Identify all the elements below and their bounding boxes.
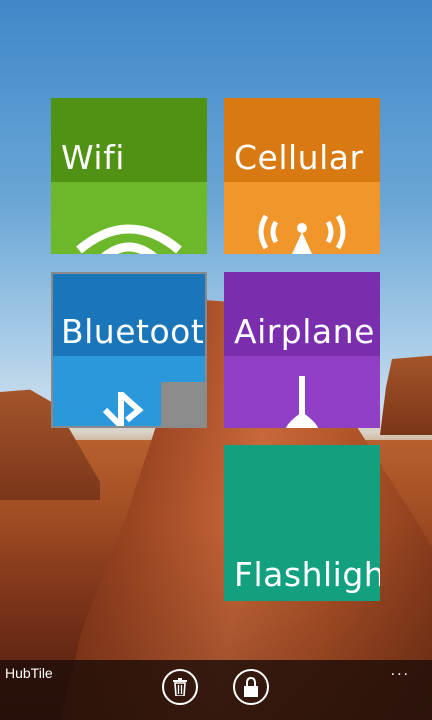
airplane-icon	[286, 376, 318, 428]
tile-bluetooth[interactable]: Bluetooth	[51, 272, 207, 428]
tile-airplane[interactable]: Airplane	[224, 272, 380, 428]
tile-flashlight[interactable]: Flashlight	[224, 445, 380, 601]
tile-cellular-label: Cellular	[234, 138, 364, 177]
bluetooth-icon	[102, 392, 144, 426]
tile-airplane-label: Airplane	[234, 312, 375, 351]
tile-cellular[interactable]: Cellular	[224, 98, 380, 254]
app-title: HubTile	[5, 665, 53, 681]
tile-wifi[interactable]: Wifi	[51, 98, 207, 254]
more-options-button[interactable]: ...	[391, 662, 410, 680]
tile-wifi-label: Wifi	[61, 138, 125, 177]
wifi-icon	[76, 224, 182, 254]
trash-icon	[173, 678, 187, 696]
tile-flashlight-label: Flashlight	[234, 555, 380, 594]
lock-icon	[244, 677, 258, 697]
application-bar: HubTile ...	[0, 660, 432, 720]
tile-bluetooth-label: Bluetooth	[61, 312, 205, 351]
cellular-icon	[258, 214, 346, 254]
delete-button[interactable]	[162, 669, 198, 705]
tile-corner-indicator	[161, 382, 205, 426]
lock-button[interactable]	[233, 669, 269, 705]
